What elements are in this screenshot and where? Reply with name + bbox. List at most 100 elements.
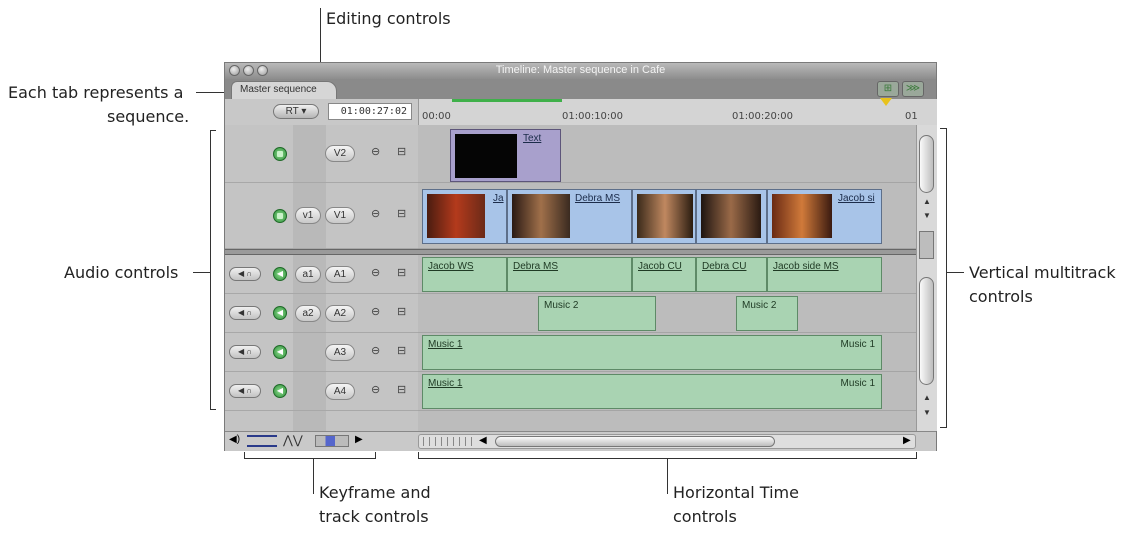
link-icon[interactable]: ⊟ bbox=[397, 383, 406, 396]
timecode-field[interactable]: 01:00:27:02 bbox=[328, 103, 412, 120]
track-header-v2: V2 ⊖ ⊟ bbox=[225, 125, 418, 183]
link-icon[interactable]: ⊟ bbox=[397, 305, 406, 318]
scroll-up-arrow-icon[interactable]: ▲ bbox=[923, 393, 931, 402]
clip-a2-2[interactable]: Music 2 bbox=[736, 296, 798, 331]
playhead-icon[interactable] bbox=[880, 98, 892, 106]
rt-popup-button[interactable]: RT ▾ bbox=[273, 104, 319, 119]
speaker-icon[interactable]: ◀ bbox=[273, 384, 287, 398]
track-pill-a3[interactable]: A3 bbox=[325, 344, 355, 361]
speaker-icon[interactable]: ◀ bbox=[273, 267, 287, 281]
track-pill-a1[interactable]: A1 bbox=[325, 266, 355, 283]
tab-master-sequence[interactable]: Master sequence bbox=[231, 81, 337, 99]
horizontal-scroll-thumb[interactable] bbox=[495, 436, 775, 447]
clip-v1-2[interactable]: Debra MS bbox=[507, 189, 632, 244]
vertical-divider-handle[interactable] bbox=[919, 231, 934, 259]
track-pill-v2[interactable]: V2 bbox=[325, 145, 355, 162]
audio-mute-solo-icon[interactable]: ◀ ∩ bbox=[229, 267, 261, 281]
source-pill-a2[interactable]: a2 bbox=[295, 305, 321, 322]
scroll-down-arrow-icon[interactable]: ▼ bbox=[923, 211, 931, 220]
time-ruler[interactable]: 00:00 01:00:10:00 01:00:20:00 01 bbox=[418, 98, 937, 125]
linking-icon[interactable]: ⋙ bbox=[902, 81, 924, 97]
audio-mute-solo-icon[interactable]: ◀ ∩ bbox=[229, 384, 261, 398]
source-pill-v1[interactable]: v1 bbox=[295, 207, 321, 224]
link-icon[interactable]: ⊟ bbox=[397, 145, 406, 158]
vertical-scrollbar[interactable]: ▲ ▼ ▲ ▼ bbox=[916, 125, 937, 431]
lane-v1[interactable]: Ja Debra MS Jacob si bbox=[418, 183, 916, 249]
clip-label: Debra MS bbox=[575, 193, 621, 204]
lock-icon[interactable]: ⊖ bbox=[371, 383, 380, 396]
audio-mute-solo-icon[interactable]: ◀ ∩ bbox=[229, 306, 261, 320]
tab-row: Master sequence ⊞ ⋙ bbox=[225, 79, 936, 99]
lane-v2[interactable]: Text bbox=[418, 125, 916, 183]
track-pill-v1[interactable]: V1 bbox=[325, 207, 355, 224]
clip-v1-3[interactable] bbox=[632, 189, 696, 244]
audio-scroll-thumb[interactable] bbox=[919, 277, 934, 385]
title-bar[interactable]: Timeline: Master sequence in Cafe bbox=[225, 63, 936, 79]
video-scroll-thumb[interactable] bbox=[919, 135, 934, 193]
clip-text[interactable]: Text bbox=[450, 129, 561, 182]
clip-label-end: Music 1 bbox=[840, 378, 875, 389]
callout-bracket-horizontal-l bbox=[418, 452, 419, 458]
clip-a1-2[interactable]: Debra MS bbox=[507, 257, 632, 292]
callout-keyframe-1: Keyframe and bbox=[319, 483, 431, 502]
scroll-left-arrow-icon[interactable]: ◀ bbox=[479, 435, 487, 446]
clip-a4[interactable]: Music 1 Music 1 bbox=[422, 374, 882, 409]
link-icon[interactable]: ⊟ bbox=[397, 207, 406, 220]
lock-icon[interactable]: ⊖ bbox=[371, 266, 380, 279]
clip-a1-4[interactable]: Debra CU bbox=[696, 257, 767, 292]
scroll-up-arrow-icon[interactable]: ▲ bbox=[923, 197, 931, 206]
clip-label: Jacob si bbox=[838, 193, 875, 204]
lane-a1[interactable]: Jacob WS Debra MS Jacob CU Debra CU Jaco… bbox=[418, 255, 916, 294]
link-icon[interactable]: ⊟ bbox=[397, 266, 406, 279]
render-bar bbox=[452, 99, 562, 102]
lane-a3[interactable]: Music 1 Music 1 bbox=[418, 333, 916, 372]
clip-a2-1[interactable]: Music 2 bbox=[538, 296, 656, 331]
callout-bracket-horizontal-r bbox=[916, 452, 917, 458]
clip-v1-1[interactable]: Ja bbox=[422, 189, 507, 244]
callout-bracket-vertical bbox=[946, 128, 947, 428]
bottom-arrow-icon[interactable]: ▶ bbox=[355, 434, 363, 445]
visibility-icon[interactable] bbox=[273, 147, 287, 161]
clip-v1-5[interactable]: Jacob si bbox=[767, 189, 882, 244]
clip-v1-4[interactable] bbox=[696, 189, 767, 244]
link-icon[interactable]: ⊟ bbox=[397, 344, 406, 357]
track-pill-a2[interactable]: A2 bbox=[325, 305, 355, 322]
clip-thumbnail bbox=[455, 134, 517, 178]
scroll-down-arrow-icon[interactable]: ▼ bbox=[923, 408, 931, 417]
callout-tab-note-1: Each tab represents a bbox=[8, 83, 184, 102]
track-pill-a4[interactable]: A4 bbox=[325, 383, 355, 400]
snapping-icon[interactable]: ⊞ bbox=[877, 81, 899, 97]
clip-a1-5[interactable]: Jacob side MS bbox=[767, 257, 882, 292]
ruler-label: 01 bbox=[905, 111, 918, 122]
callout-editing-controls: Editing controls bbox=[326, 9, 451, 28]
lane-empty[interactable] bbox=[418, 411, 916, 431]
lane-a4[interactable]: Music 1 Music 1 bbox=[418, 372, 916, 411]
clip-a3[interactable]: Music 1 Music 1 bbox=[422, 335, 882, 370]
lane-a2[interactable]: Music 2 Music 2 bbox=[418, 294, 916, 333]
track-header-a2: ◀ ∩ ◀ a2 A2 ⊖ ⊟ bbox=[225, 294, 418, 333]
keyframe-icon[interactable]: ⋀⋁ bbox=[283, 433, 303, 447]
audio-mute-solo-icon[interactable]: ◀ ∩ bbox=[229, 345, 261, 359]
zoom-slider[interactable] bbox=[423, 437, 475, 446]
lock-icon[interactable]: ⊖ bbox=[371, 305, 380, 318]
speaker-icon[interactable]: ◀ bbox=[273, 306, 287, 320]
horizontal-scrollbar[interactable]: ◀ ▶ bbox=[418, 434, 916, 449]
visibility-icon[interactable] bbox=[273, 209, 287, 223]
callout-bracket-vertical-b bbox=[940, 427, 946, 428]
lock-icon[interactable]: ⊖ bbox=[371, 145, 380, 158]
lock-icon[interactable]: ⊖ bbox=[371, 344, 380, 357]
callout-line-audio bbox=[193, 272, 210, 273]
source-pill-a1[interactable]: a1 bbox=[295, 266, 321, 283]
clip-label: Text bbox=[523, 133, 542, 144]
track-size-icon[interactable] bbox=[315, 435, 349, 447]
clip-a1-1[interactable]: Jacob WS bbox=[422, 257, 507, 292]
audio-toggle-icon[interactable]: ◀) bbox=[229, 434, 240, 445]
track-height-icon[interactable] bbox=[247, 435, 277, 447]
clip-a1-3[interactable]: Jacob CU bbox=[632, 257, 696, 292]
ruler-label: 00:00 bbox=[422, 111, 451, 122]
callout-horizontal-2: controls bbox=[673, 507, 737, 526]
ruler-label: 01:00:20:00 bbox=[732, 111, 794, 122]
scroll-right-arrow-icon[interactable]: ▶ bbox=[903, 435, 911, 446]
lock-icon[interactable]: ⊖ bbox=[371, 207, 380, 220]
speaker-icon[interactable]: ◀ bbox=[273, 345, 287, 359]
